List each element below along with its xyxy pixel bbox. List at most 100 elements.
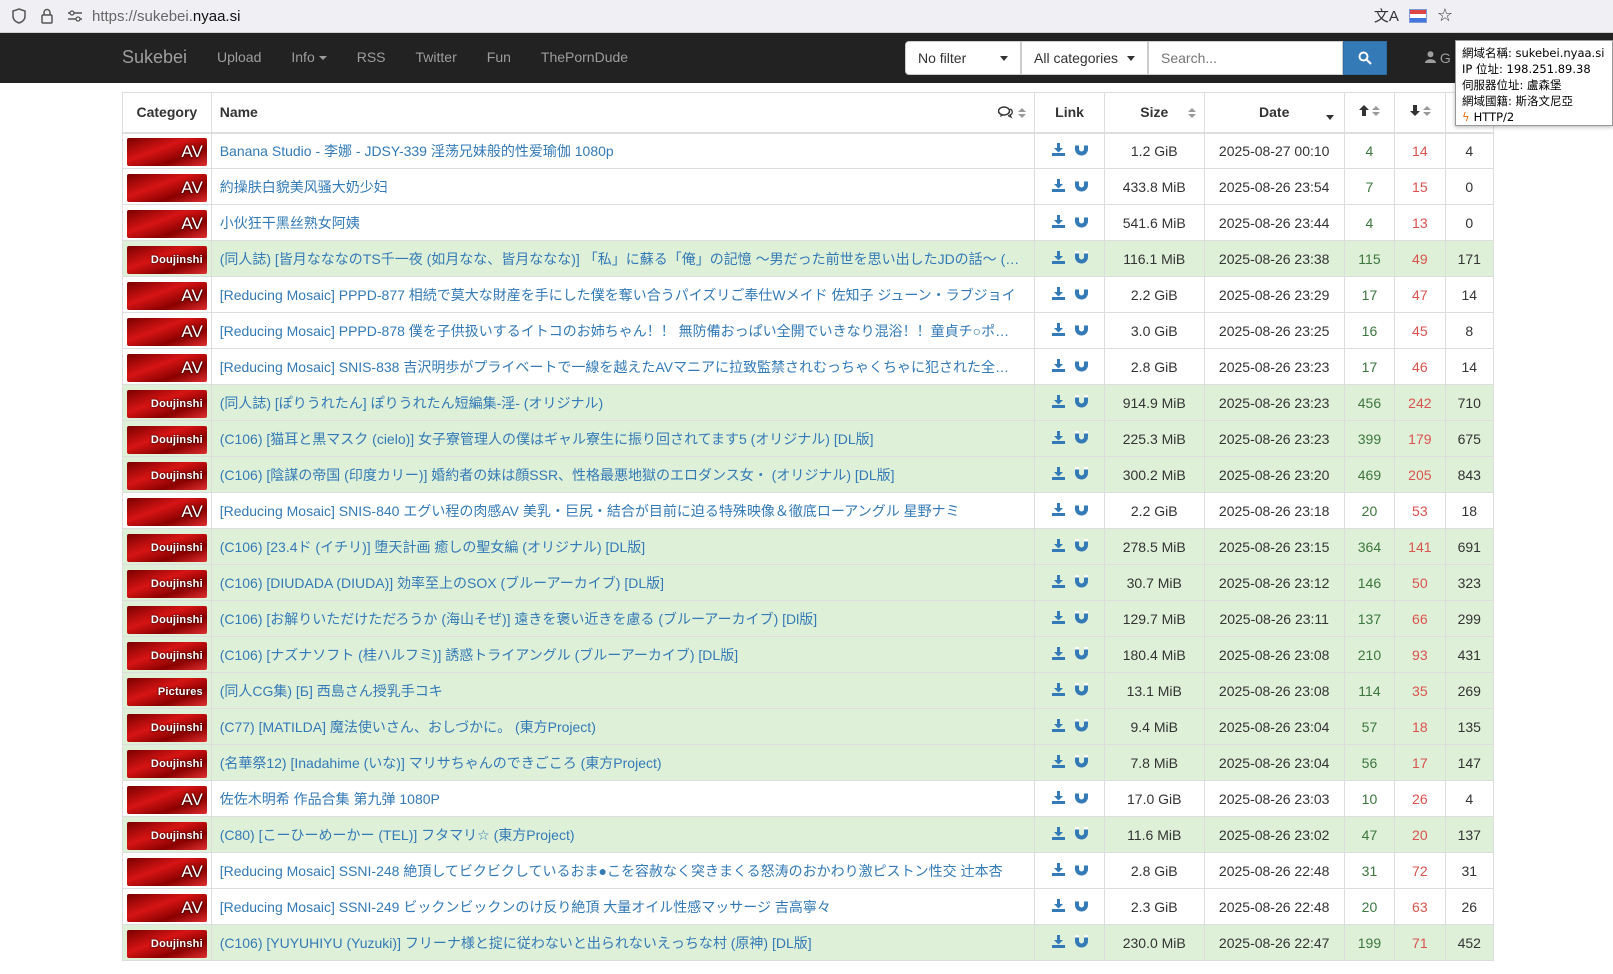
category-badge[interactable]: Doujinshi bbox=[126, 425, 207, 454]
torrent-title-link[interactable]: Banana Studio - 李娜 - JDSY-339 淫荡兄妹般的性爱瑜伽… bbox=[220, 143, 614, 159]
download-icon[interactable] bbox=[1051, 898, 1065, 915]
category-badge[interactable]: Doujinshi bbox=[126, 533, 207, 562]
magnet-icon[interactable] bbox=[1074, 790, 1088, 807]
category-badge[interactable]: AV bbox=[126, 893, 207, 922]
torrent-title-link[interactable]: (C106) [お解りいただけただろうか (海山そぜ)] 遠きを褒い近きを慮る … bbox=[220, 611, 817, 627]
search-button[interactable] bbox=[1343, 41, 1387, 75]
magnet-icon[interactable] bbox=[1074, 610, 1088, 627]
torrent-title-link[interactable]: [Reducing Mosaic] SNIS-840 エグい程の肉感AV 美乳・… bbox=[220, 503, 960, 519]
download-icon[interactable] bbox=[1051, 394, 1065, 411]
user-menu[interactable]: G bbox=[1425, 50, 1451, 66]
header-category[interactable]: Category bbox=[122, 92, 212, 134]
site-permissions-icon[interactable] bbox=[66, 7, 84, 25]
category-badge[interactable]: Doujinshi bbox=[126, 245, 207, 274]
download-icon[interactable] bbox=[1051, 322, 1065, 339]
magnet-icon[interactable] bbox=[1074, 322, 1088, 339]
download-icon[interactable] bbox=[1051, 358, 1065, 375]
magnet-icon[interactable] bbox=[1074, 466, 1088, 483]
category-badge[interactable]: AV bbox=[126, 497, 207, 526]
search-input[interactable] bbox=[1148, 41, 1343, 75]
nav-rss[interactable]: RSS bbox=[342, 33, 401, 83]
torrent-title-link[interactable]: [Reducing Mosaic] PPPD-877 相続で莫大な財産を手にした… bbox=[220, 287, 1016, 303]
download-icon[interactable] bbox=[1051, 682, 1065, 699]
torrent-title-link[interactable]: (C106) [ナズナソフト (桂ハルフミ)] 誘惑トライアングル (ブルーアー… bbox=[220, 647, 738, 663]
nav-info[interactable]: Info bbox=[276, 33, 341, 83]
category-badge[interactable]: AV bbox=[126, 353, 207, 382]
translate-icon[interactable]: 文A bbox=[1374, 5, 1399, 26]
category-badge[interactable]: AV bbox=[126, 281, 207, 310]
magnet-icon[interactable] bbox=[1074, 538, 1088, 555]
download-icon[interactable] bbox=[1051, 286, 1065, 303]
bookmark-star-icon[interactable]: ☆ bbox=[1437, 5, 1453, 26]
download-icon[interactable] bbox=[1051, 826, 1065, 843]
comments-icon[interactable] bbox=[998, 106, 1014, 122]
download-icon[interactable] bbox=[1051, 142, 1065, 159]
nav-upload[interactable]: Upload bbox=[202, 33, 276, 83]
torrent-title-link[interactable]: (C106) [猫耳と黒マスク (cielo)] 女子寮管理人の僕はギャル寮生に… bbox=[220, 431, 874, 447]
lock-icon[interactable] bbox=[38, 7, 56, 25]
torrent-title-link[interactable]: (C106) [23.4ド (イチリ)] 堕天計画 癒しの聖女編 (オリジナル)… bbox=[220, 539, 645, 555]
torrent-title-link[interactable]: [Reducing Mosaic] SSNI-249 ビックンビックンのけ反り絶… bbox=[220, 899, 831, 915]
category-badge[interactable]: Doujinshi bbox=[126, 929, 207, 958]
category-badge[interactable]: Doujinshi bbox=[126, 641, 207, 670]
torrent-title-link[interactable]: (C106) [DIUDADA (DIUDA)] 効率至上のSOX (ブルーアー… bbox=[220, 575, 664, 591]
sort-icon[interactable] bbox=[1372, 105, 1381, 116]
magnet-icon[interactable] bbox=[1074, 754, 1088, 771]
torrent-title-link[interactable]: (C106) [YUYUHIYU (Yuzuki)] フリーナ様と掟に従わないと… bbox=[220, 935, 812, 951]
category-badge[interactable]: AV bbox=[126, 857, 207, 886]
magnet-icon[interactable] bbox=[1074, 682, 1088, 699]
category-badge[interactable]: Doujinshi bbox=[126, 749, 207, 778]
flag-icon[interactable] bbox=[1408, 8, 1427, 23]
header-leechers[interactable] bbox=[1394, 92, 1446, 134]
torrent-title-link[interactable]: (C106) [陰謀の帝国 (印度カリー)] 婚約者の妹は顔SSR、性格最悪地獄… bbox=[220, 467, 895, 483]
magnet-icon[interactable] bbox=[1074, 646, 1088, 663]
torrent-title-link[interactable]: (C80) [こーひーめーかー (TEL)] フタマリ☆ (東方Project) bbox=[220, 827, 575, 843]
magnet-icon[interactable] bbox=[1074, 898, 1088, 915]
magnet-icon[interactable] bbox=[1074, 502, 1088, 519]
sort-icon[interactable] bbox=[1422, 105, 1431, 116]
category-badge[interactable]: AV bbox=[126, 785, 207, 814]
download-icon[interactable] bbox=[1051, 574, 1065, 591]
magnet-icon[interactable] bbox=[1074, 214, 1088, 231]
magnet-icon[interactable] bbox=[1074, 862, 1088, 879]
torrent-title-link[interactable]: 小伙狂干黑丝熟女阿姨 bbox=[220, 215, 360, 231]
shield-icon[interactable] bbox=[10, 7, 28, 25]
download-icon[interactable] bbox=[1051, 610, 1065, 627]
download-icon[interactable] bbox=[1051, 538, 1065, 555]
category-badge[interactable]: AV bbox=[126, 173, 207, 202]
category-badge[interactable]: AV bbox=[126, 209, 207, 238]
magnet-icon[interactable] bbox=[1074, 394, 1088, 411]
category-badge[interactable]: Doujinshi bbox=[126, 569, 207, 598]
download-icon[interactable] bbox=[1051, 718, 1065, 735]
category-select[interactable]: All categories bbox=[1021, 41, 1148, 75]
magnet-icon[interactable] bbox=[1074, 574, 1088, 591]
magnet-icon[interactable] bbox=[1074, 718, 1088, 735]
torrent-title-link[interactable]: (同人誌) [皆月なななのTS千一夜 (如月なな、皆月ななな)] 「私」に蘇る「… bbox=[220, 251, 1020, 267]
download-icon[interactable] bbox=[1051, 214, 1065, 231]
header-name[interactable]: Name bbox=[210, 92, 1036, 134]
magnet-icon[interactable] bbox=[1074, 250, 1088, 267]
nav-twitter[interactable]: Twitter bbox=[401, 33, 472, 83]
torrent-title-link[interactable]: [Reducing Mosaic] SSNI-248 絶頂してビクビクしているお… bbox=[220, 863, 1003, 879]
category-badge[interactable]: Doujinshi bbox=[126, 389, 207, 418]
magnet-icon[interactable] bbox=[1074, 286, 1088, 303]
download-icon[interactable] bbox=[1051, 178, 1065, 195]
download-icon[interactable] bbox=[1051, 430, 1065, 447]
filter-select[interactable]: No filter bbox=[905, 41, 1021, 75]
torrent-title-link[interactable]: 約操肤白貌美风骚大奶少妇 bbox=[220, 179, 388, 195]
download-icon[interactable] bbox=[1051, 862, 1065, 879]
magnet-icon[interactable] bbox=[1074, 934, 1088, 951]
header-size[interactable]: Size bbox=[1103, 92, 1205, 134]
url-text[interactable]: https://sukebei.nyaa.si bbox=[92, 8, 240, 25]
sort-desc-icon[interactable] bbox=[1325, 115, 1334, 120]
download-icon[interactable] bbox=[1051, 934, 1065, 951]
magnet-icon[interactable] bbox=[1074, 142, 1088, 159]
nav-fun[interactable]: Fun bbox=[472, 33, 526, 83]
torrent-title-link[interactable]: (C77) [MATILDA] 魔法使いさん、おしづかに。 (東方Project… bbox=[220, 719, 596, 735]
torrent-title-link[interactable]: [Reducing Mosaic] PPPD-878 僕を子供扱いするイトコのお… bbox=[220, 323, 1009, 339]
download-icon[interactable] bbox=[1051, 754, 1065, 771]
torrent-title-link[interactable]: (同人CG集) [Б] 西島さん授乳手コキ bbox=[220, 683, 443, 699]
header-date[interactable]: Date bbox=[1203, 92, 1345, 134]
download-icon[interactable] bbox=[1051, 250, 1065, 267]
magnet-icon[interactable] bbox=[1074, 178, 1088, 195]
